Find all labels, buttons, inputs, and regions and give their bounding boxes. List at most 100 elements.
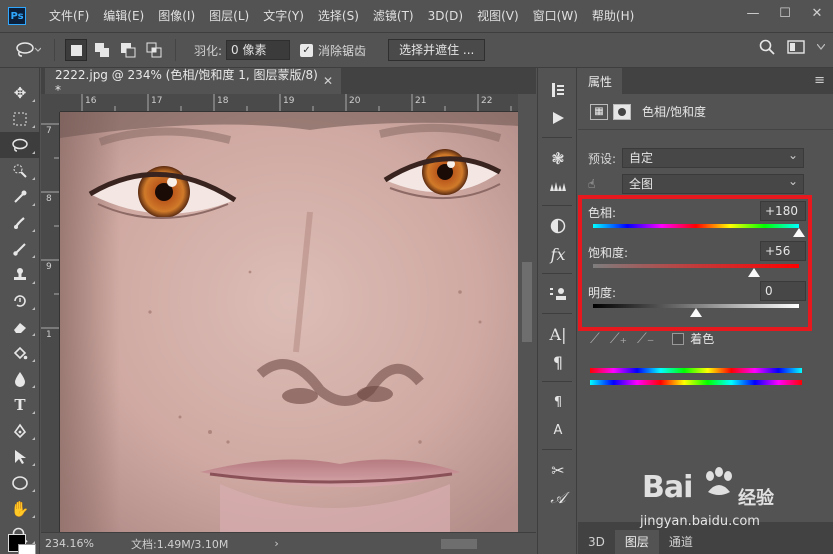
- tab-3d[interactable]: 3D: [578, 530, 615, 554]
- select-and-mask-button[interactable]: 选择并遮住 ...: [388, 39, 486, 61]
- ruler-label: 22: [481, 96, 493, 106]
- ruler-label: 20: [349, 96, 361, 106]
- eyedropper-tool-icon[interactable]: [0, 184, 40, 210]
- chevron-down-icon[interactable]: [817, 44, 825, 50]
- subtract-selection-button[interactable]: [117, 39, 139, 61]
- lasso-preset-icon[interactable]: [10, 42, 46, 58]
- quick-selection-tool-icon[interactable]: [0, 158, 40, 184]
- eyedropper-plus-icon[interactable]: ⟋₊: [610, 331, 627, 347]
- path-selection-tool-icon[interactable]: [0, 444, 40, 470]
- tools-panel: ✥ T ✋ •••: [0, 68, 40, 554]
- shape-tool-icon[interactable]: [0, 470, 40, 496]
- image-canvas[interactable]: [60, 112, 518, 532]
- glyphs-panel-icon[interactable]: 𝒜: [538, 484, 578, 512]
- background-color-swatch[interactable]: [18, 544, 36, 554]
- preset-dropdown[interactable]: 自定: [622, 146, 804, 168]
- output-color-bar: [590, 380, 802, 385]
- menu-help[interactable]: 帮助(H): [585, 0, 641, 32]
- menu-type[interactable]: 文字(Y): [256, 0, 311, 32]
- separator: [542, 268, 572, 274]
- workspace-icon[interactable]: [787, 40, 805, 54]
- close-button[interactable]: ✕: [801, 0, 833, 26]
- feather-label: 羽化:: [194, 43, 223, 58]
- antialias-checkbox[interactable]: ✓: [300, 43, 314, 57]
- vertical-scroll-thumb[interactable]: [522, 262, 532, 342]
- ruler-label: 1: [46, 330, 52, 340]
- properties-panel-icon[interactable]: [538, 280, 578, 308]
- blur-tool-icon[interactable]: [0, 366, 40, 392]
- photoshop-logo-icon: Ps: [8, 7, 26, 25]
- document-tab[interactable]: 2222.jpg @ 234% (色相/饱和度 1, 图层蒙版/8) * ✕: [45, 68, 341, 97]
- styles-fx-icon[interactable]: fx: [538, 240, 578, 268]
- watermark-url: jingyan.baidu.com: [640, 514, 760, 529]
- brush-settings-icon[interactable]: ❃: [538, 144, 578, 172]
- healing-brush-tool-icon[interactable]: [0, 210, 40, 236]
- preset-row: 预设: 自定: [588, 146, 804, 168]
- colorize-label: 着色: [690, 332, 715, 346]
- move-tool-icon[interactable]: ✥: [0, 80, 40, 106]
- menu-file[interactable]: 文件(F): [42, 0, 96, 32]
- layer-mask-icon[interactable]: [613, 103, 631, 120]
- eyedropper-icon[interactable]: ⟋: [590, 331, 600, 347]
- menu-layer[interactable]: 图层(L): [202, 0, 256, 32]
- separator: [542, 132, 572, 138]
- face-photo: [60, 112, 518, 532]
- menu-3d[interactable]: 3D(D): [421, 0, 470, 32]
- brushes-panel-icon[interactable]: [538, 172, 578, 200]
- minimize-button[interactable]: —: [737, 0, 769, 26]
- eraser-tool-icon[interactable]: [0, 314, 40, 340]
- intersect-selection-button[interactable]: [143, 39, 165, 61]
- separator: [542, 200, 572, 206]
- hand-tool-icon[interactable]: ✋: [0, 496, 40, 522]
- eyedropper-minus-icon[interactable]: ⟋₋: [637, 331, 654, 347]
- history-brush-tool-icon[interactable]: [0, 288, 40, 314]
- watermark-brand: Bai: [642, 470, 693, 505]
- vertical-scrollbar[interactable]: [518, 112, 536, 532]
- menu-image[interactable]: 图像(I): [151, 0, 202, 32]
- horizontal-scroll-thumb[interactable]: [441, 539, 477, 549]
- menu-bar: Ps 文件(F) 编辑(E) 图像(I) 图层(L) 文字(Y) 选择(S) 滤…: [0, 0, 833, 32]
- new-selection-button[interactable]: [65, 39, 87, 61]
- character-styles-icon[interactable]: A: [538, 416, 578, 444]
- paragraph-panel-icon[interactable]: ¶: [538, 348, 578, 376]
- search-icon[interactable]: [759, 39, 775, 55]
- status-menu-arrow[interactable]: ›: [274, 537, 278, 550]
- clone-stamp-tool-icon[interactable]: [0, 262, 40, 288]
- target-adjust-icon[interactable]: ☝: [588, 177, 622, 191]
- menu-window[interactable]: 窗口(W): [526, 0, 585, 32]
- document-close-icon[interactable]: ✕: [323, 74, 333, 88]
- menu-list: 文件(F) 编辑(E) 图像(I) 图层(L) 文字(Y) 选择(S) 滤镜(T…: [42, 0, 641, 32]
- panel-menu-icon[interactable]: ≡: [814, 73, 825, 88]
- tab-properties[interactable]: 属性: [578, 68, 622, 94]
- character-panel-icon[interactable]: A|: [538, 320, 578, 348]
- pen-tool-icon[interactable]: [0, 418, 40, 444]
- zoom-level[interactable]: 234.16%: [41, 537, 101, 550]
- adjustment-header: ▦ 色相/饱和度: [578, 94, 833, 130]
- actions-play-icon[interactable]: [538, 104, 578, 132]
- menu-edit[interactable]: 编辑(E): [96, 0, 151, 32]
- ruler-label: 8: [46, 194, 52, 204]
- tool-presets-icon[interactable]: ✂: [538, 456, 578, 484]
- feather-input[interactable]: 0 像素: [226, 40, 291, 60]
- menu-select[interactable]: 选择(S): [311, 0, 366, 32]
- menu-view[interactable]: 视图(V): [470, 0, 526, 32]
- paragraph-styles-icon[interactable]: ¶: [538, 388, 578, 416]
- marquee-tool-icon[interactable]: [0, 106, 40, 132]
- history-panel-icon[interactable]: [538, 76, 578, 104]
- channel-dropdown[interactable]: 全图: [622, 172, 804, 194]
- annotation-highlight-box: [578, 195, 812, 331]
- ruler-label: 18: [217, 96, 229, 106]
- lasso-tool-icon[interactable]: [0, 132, 40, 158]
- colorize-checkbox[interactable]: [672, 332, 685, 345]
- paint-bucket-tool-icon[interactable]: [0, 340, 40, 366]
- maximize-button[interactable]: ☐: [769, 0, 801, 26]
- brush-tool-icon[interactable]: [0, 236, 40, 262]
- antialias-label: 消除锯齿: [318, 43, 367, 58]
- menu-filter[interactable]: 滤镜(T): [366, 0, 421, 32]
- type-tool-icon[interactable]: T: [0, 392, 40, 418]
- adjustments-panel-icon[interactable]: [538, 212, 578, 240]
- add-selection-button[interactable]: [91, 39, 113, 61]
- panel-icon-strip: ❃ fx A| ¶ ¶ A ✂ 𝒜: [537, 68, 577, 554]
- ruler-label: 21: [415, 96, 427, 106]
- ruler-label: 16: [85, 96, 97, 106]
